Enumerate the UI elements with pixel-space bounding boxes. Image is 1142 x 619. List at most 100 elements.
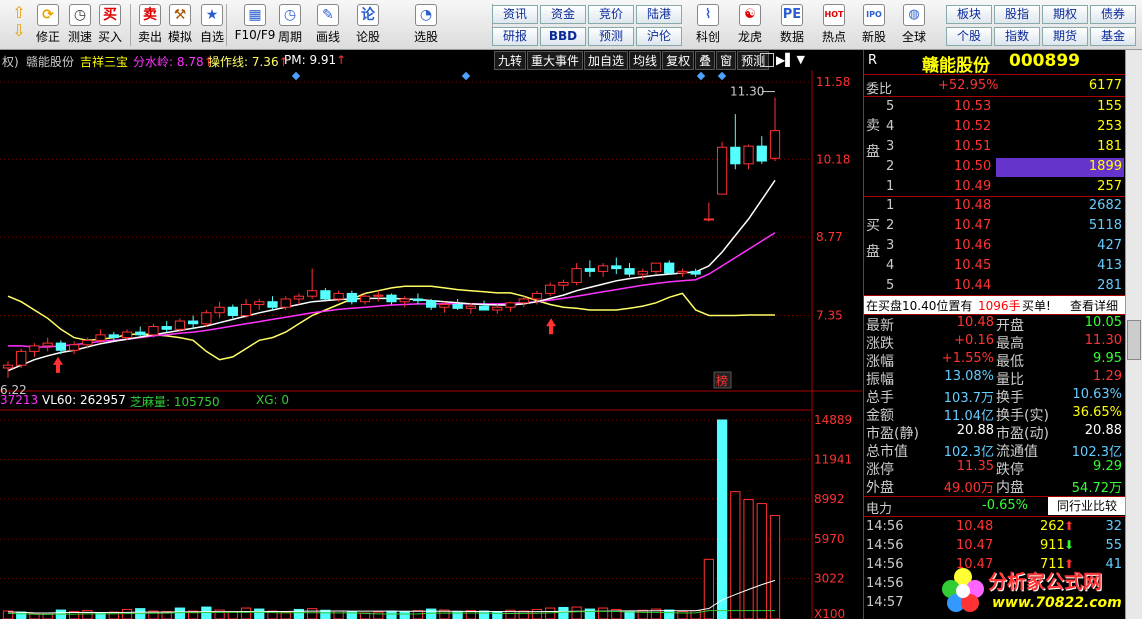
market-button-row2-3[interactable]: 基金 bbox=[1090, 27, 1136, 46]
quote-row: 总手 103.7万 换手 10.63% bbox=[864, 386, 1125, 406]
candle-body bbox=[55, 342, 67, 351]
candle bbox=[254, 298, 265, 310]
market-button-1[interactable]: 股指 bbox=[994, 5, 1040, 24]
arrow-up-down[interactable]: ⇧ ⇩ bbox=[4, 4, 34, 48]
stock-name: 赣能股份 bbox=[922, 56, 990, 76]
candle bbox=[426, 298, 437, 310]
chart-tool-5[interactable]: 叠 bbox=[695, 51, 716, 70]
buy-arrow-icon bbox=[53, 356, 63, 373]
toolbar-cycle-button[interactable]: ◷ 周期 bbox=[274, 4, 306, 48]
chart-tool-2[interactable]: 加自选 bbox=[584, 51, 629, 70]
candle bbox=[412, 293, 424, 305]
toolbar-globe-button[interactable]: ◍ 全球 bbox=[896, 4, 932, 48]
chart-tool-6[interactable]: 窗 bbox=[716, 51, 737, 70]
new-stock-icon: IPO bbox=[863, 4, 885, 26]
candle bbox=[611, 257, 622, 275]
text-button-1[interactable]: 资金 bbox=[540, 5, 586, 24]
candle-body bbox=[201, 312, 212, 325]
ask-level: 5 bbox=[886, 99, 895, 114]
quote-value: +0.16 bbox=[954, 333, 994, 348]
toolbar-data-button[interactable]: PE 数据 bbox=[774, 4, 810, 48]
quote-value: 36.65% bbox=[1072, 405, 1122, 420]
chart-tool-1[interactable]: 重大事件 bbox=[527, 51, 584, 70]
market-button-row2-0[interactable]: 个股 bbox=[946, 27, 992, 46]
market-button-3[interactable]: 债券 bbox=[1090, 5, 1136, 24]
logo-title: 分析家公式网 bbox=[988, 571, 1103, 593]
chart-tool-4[interactable]: 复权 bbox=[662, 51, 695, 70]
quote-value: 1.29 bbox=[1093, 369, 1122, 384]
market-button-row2-1[interactable]: 指数 bbox=[994, 27, 1040, 46]
quote-row: 总市值 102.3亿 流通值 102.3亿 bbox=[864, 440, 1125, 460]
candle-body bbox=[280, 298, 291, 308]
candle-body bbox=[373, 294, 384, 297]
toolbar-button-label: 测速 bbox=[67, 30, 92, 44]
view-detail-link[interactable]: 查看详细 bbox=[1070, 297, 1118, 314]
arrow-up-icon: ⬆ bbox=[1064, 519, 1075, 533]
toolbar-hot-button[interactable]: HOT 热点 bbox=[816, 4, 852, 48]
candle-body bbox=[82, 339, 93, 346]
chart-tool-0[interactable]: 九转 bbox=[494, 51, 527, 70]
toolbar-dragon-tiger-button[interactable]: ☯ 龙虎 bbox=[732, 4, 768, 48]
bid-price: 10.44 bbox=[954, 278, 992, 293]
text-button-row2-0[interactable]: 研报 bbox=[492, 27, 538, 46]
candle-body bbox=[108, 334, 119, 339]
candle-body bbox=[611, 265, 622, 270]
text-button-2[interactable]: 竞价 bbox=[588, 5, 634, 24]
text-button-row2-3[interactable]: 沪伦 bbox=[636, 27, 682, 46]
price-axis-label: 7.35 bbox=[816, 309, 843, 323]
toolbar-sell-button[interactable]: 卖卖出 bbox=[134, 4, 166, 48]
market-button-0[interactable]: 板块 bbox=[946, 5, 992, 24]
bid-price: 10.47 bbox=[954, 218, 992, 233]
logo-url: www.70822.com bbox=[992, 595, 1122, 611]
pen-icon: ✎ bbox=[317, 4, 339, 26]
chart-tool-3[interactable]: 均线 bbox=[629, 51, 662, 70]
quote-label: 外盘 bbox=[866, 480, 894, 496]
scrollbar-thumb[interactable] bbox=[1127, 320, 1141, 360]
text-button-row2-1[interactable]: BBD bbox=[540, 27, 586, 46]
toolbar-star-button[interactable]: ★ 自选 bbox=[196, 4, 228, 48]
toolbar-pen-button[interactable]: ✎ 画线 bbox=[312, 4, 344, 48]
ask-price: 10.50 bbox=[954, 159, 992, 174]
event-marker bbox=[461, 71, 471, 81]
toolbar-new-stock-button[interactable]: IPO 新股 bbox=[856, 4, 892, 48]
arrow-right-icon[interactable]: ▶▌ bbox=[776, 51, 794, 70]
industry-compare-button[interactable]: 同行业比较 bbox=[1048, 497, 1125, 515]
volume-bar bbox=[756, 503, 767, 619]
text-button-row2-2[interactable]: 预测 bbox=[588, 27, 634, 46]
bid-row: 2 10.47 5118 bbox=[864, 217, 1125, 236]
candle bbox=[135, 326, 146, 336]
candle-body bbox=[29, 345, 40, 352]
bid-level: 1 bbox=[886, 198, 895, 213]
market-button-row2-2[interactable]: 期货 bbox=[1042, 27, 1088, 46]
candle-body bbox=[505, 302, 516, 308]
chevron-down-icon[interactable]: ▼ bbox=[796, 51, 804, 70]
quote-value: 9.29 bbox=[1093, 459, 1122, 474]
ask-row: 5 10.53 155 bbox=[864, 98, 1125, 117]
text-button-0[interactable]: 资讯 bbox=[492, 5, 538, 24]
ask-volume: 253 bbox=[1097, 119, 1122, 134]
volume-axis-label: X100 bbox=[814, 607, 845, 619]
candle-body bbox=[690, 270, 701, 275]
toolbar-f10-button[interactable]: ▦ F10/F9 bbox=[234, 4, 276, 48]
volume-ma-line bbox=[7, 579, 776, 614]
toolbar-star-board-button[interactable]: ⌇ 科创 bbox=[690, 4, 726, 48]
big-order-notice[interactable]: 在买盘10.40位置有 1096手 买单! 查看详细 bbox=[864, 296, 1125, 314]
toolbar-gavel-button[interactable]: ⚒ 模拟 bbox=[164, 4, 196, 48]
market-button-2[interactable]: 期权 bbox=[1042, 5, 1088, 24]
toolbar-buy-button[interactable]: 买买入 bbox=[94, 4, 126, 48]
toolbar-up-down-button[interactable]: ⟳ 修正 bbox=[32, 4, 64, 48]
toolbar-clock-button[interactable]: ◷ 测速 bbox=[64, 4, 96, 48]
toolbar-select-stock-button[interactable]: ◔ 选股 bbox=[410, 4, 442, 48]
candle bbox=[293, 293, 305, 305]
toolbar-button-label: 论股 bbox=[355, 30, 380, 44]
scrollbar[interactable] bbox=[1125, 50, 1142, 619]
select-stock-icon: ◔ bbox=[415, 4, 437, 26]
window-icon[interactable] bbox=[760, 53, 774, 67]
kline-chart[interactable]: 11.58 10.18 8.77 7.35 14889 11941 8992 5970 3022… bbox=[0, 70, 862, 619]
text-button-3[interactable]: 陆港 bbox=[636, 5, 682, 24]
toolbar-discuss-button[interactable]: 论论股 bbox=[352, 4, 384, 48]
candle bbox=[161, 321, 172, 333]
candle-body bbox=[465, 305, 476, 309]
volume-bar bbox=[386, 610, 397, 619]
candle-body bbox=[188, 320, 199, 325]
